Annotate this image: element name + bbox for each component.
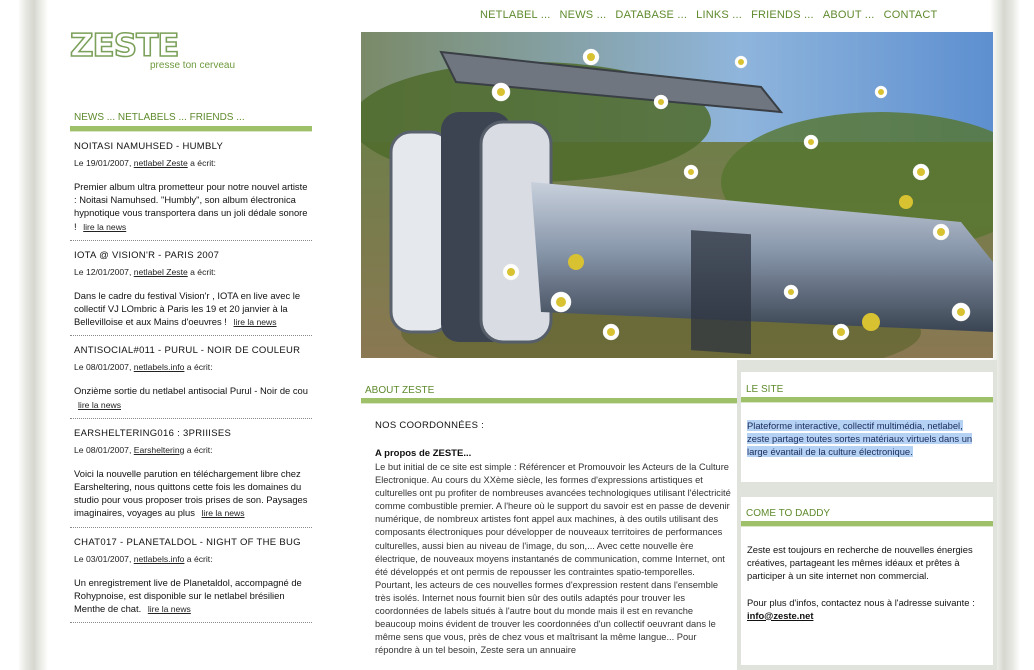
news-body: Un enregistrement live de Planetaldol, a… — [74, 572, 308, 623]
news-author-link[interactable]: Earsheltering — [134, 445, 185, 455]
about-text: Le but initial de ce site est simple : R… — [375, 462, 731, 656]
news-item: CHAT017 - PLANETALDOL - NIGHT OF THE BUG… — [70, 528, 312, 624]
site-text: Plateforme interactive, collectif multim… — [747, 420, 973, 458]
nav-about[interactable]: ABOUT ... — [823, 9, 875, 21]
nav-database[interactable]: DATABASE ... — [615, 9, 687, 21]
nav-links[interactable]: LINKS ... — [696, 9, 742, 21]
news-meta-suffix: a écrit: — [186, 362, 213, 373]
news-title[interactable]: EARSHELTERING016 : 3PRIIISES — [74, 419, 308, 441]
news-author-link[interactable]: netlabels.info — [134, 554, 185, 564]
about-content: NOS COORDONNÉES : A propos de ZESTE... L… — [361, 404, 737, 657]
news-body: Dans le cadre du festival Vision'r , IOT… — [74, 285, 308, 336]
news-title[interactable]: CHAT017 - PLANETALDOL - NIGHT OF THE BUG — [74, 528, 308, 550]
news-meta-suffix: a écrit: — [190, 266, 216, 277]
about-heading: ABOUT ZESTE — [365, 385, 435, 396]
nav-friends[interactable]: FRIENDS ... — [751, 9, 814, 21]
news-meta: Le 12/01/2007, netlabel Zeste a écrit: — [74, 263, 308, 285]
news-meta: Le 08/01/2007, Earsheltering a écrit: — [74, 441, 308, 463]
news-title[interactable]: IOTA @ VISION'R - PARIS 2007 — [74, 241, 308, 263]
news-meta: Le 19/01/2007, netlabel Zeste a écrit: — [74, 154, 308, 176]
news-title[interactable]: ANTISOCIAL#011 - PURUL - NOIR DE COULEUR — [74, 336, 308, 358]
about-section: ABOUT ZESTE NOS COORDONNÉES : A propos d… — [361, 385, 737, 670]
daddy-contact: Pour plus d'infos, contactez nous à l'ad… — [747, 596, 987, 622]
site-box: LE SITE Plateforme interactive, collecti… — [741, 372, 993, 482]
contact-email-link[interactable]: info@zeste.net — [747, 610, 813, 621]
read-more-link[interactable]: lire la news — [202, 508, 245, 518]
news-date: Le 19/01/2007, — [74, 158, 132, 168]
about-coordinates-title: NOS COORDONNÉES : — [375, 420, 485, 431]
news-sidebar-heading: NEWS ... NETLABELS ... FRIENDS ... — [74, 112, 245, 123]
news-item: EARSHELTERING016 : 3PRIIISES Le 08/01/20… — [70, 419, 312, 528]
logo-tagline: presse ton cerveau — [150, 60, 236, 71]
nav-netlabel[interactable]: NETLABEL ... — [480, 9, 550, 21]
daddy-heading: COME TO DADDY — [746, 508, 831, 519]
daddy-text: Zeste est toujours en recherche de nouve… — [747, 544, 973, 582]
page-shadow-left — [0, 0, 48, 670]
news-excerpt: Voici la nouvelle parution en télécharge… — [74, 467, 308, 519]
news-item: IOTA @ VISION'R - PARIS 2007 Le 12/01/20… — [70, 241, 312, 337]
news-meta: Le 03/01/2007, netlabels.info a écrit: — [74, 550, 308, 572]
news-body: Premier album ultra prometteur pour notr… — [74, 176, 308, 240]
news-item: NOITASI NAMUHSED - HUMBLY Le 19/01/2007,… — [70, 132, 312, 241]
about-subtitle: A propos de ZESTE... — [375, 448, 472, 459]
news-item: ANTISOCIAL#011 - PURUL - NOIR DE COULEUR… — [70, 336, 312, 419]
nav-contact[interactable]: CONTACT — [884, 9, 938, 21]
news-date: Le 12/01/2007, — [74, 266, 132, 277]
news-date: Le 08/01/2007, — [74, 444, 132, 455]
come-to-daddy-box: COME TO DADDY Zeste est toujours en rech… — [741, 497, 993, 665]
news-date: Le 08/01/2007, — [74, 362, 132, 373]
news-author-link[interactable]: netlabels.info — [134, 362, 185, 372]
site-heading: LE SITE — [746, 384, 784, 395]
news-author-link[interactable]: netlabel Zeste — [134, 158, 188, 168]
hero-photo — [361, 32, 993, 358]
read-more-link[interactable]: lire la news — [78, 400, 121, 410]
news-excerpt: Onzième sortie du netlabel antisocial Pu… — [74, 385, 308, 397]
news-date: Le 03/01/2007, — [74, 553, 132, 564]
news-meta-suffix: a écrit: — [186, 553, 213, 564]
site-logo[interactable]: ZESTE presse ton cerveau — [69, 28, 260, 75]
read-more-link[interactable]: lire la news — [148, 604, 191, 614]
top-navigation: NETLABEL ... NEWS ... DATABASE ... LINKS… — [480, 9, 937, 21]
news-meta: Le 08/01/2007, netlabels.info a écrit: — [74, 358, 308, 380]
news-meta-suffix: a écrit: — [186, 444, 213, 455]
nav-news[interactable]: NEWS ... — [560, 9, 607, 21]
read-more-link[interactable]: lire la news — [234, 317, 277, 327]
logo-wordmark: ZESTE — [69, 28, 180, 64]
news-author-link[interactable]: netlabel Zeste — [134, 267, 188, 277]
daddy-body: Zeste est toujours en recherche de nouve… — [741, 527, 993, 622]
daddy-contact-text: Pour plus d'infos, contactez nous à l'ad… — [747, 596, 975, 608]
read-more-link[interactable]: lire la news — [83, 222, 126, 232]
news-body: Onzième sortie du netlabel antisocial Pu… — [74, 380, 308, 417]
news-body: Voici la nouvelle parution en télécharge… — [74, 463, 308, 527]
news-sidebar: NEWS ... NETLABELS ... FRIENDS ... NOITA… — [70, 112, 312, 624]
news-meta-suffix: a écrit: — [190, 158, 216, 168]
site-description: Plateforme interactive, collectif multim… — [741, 403, 993, 459]
news-title[interactable]: NOITASI NAMUHSED - HUMBLY — [74, 132, 308, 154]
